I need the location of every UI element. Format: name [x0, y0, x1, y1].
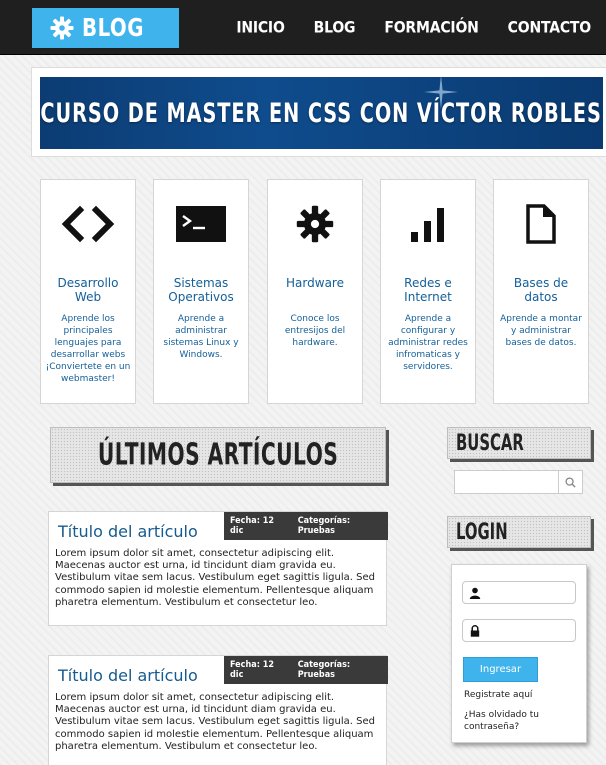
- main-nav: INICIO BLOG FORMACIÓN CONTACTO: [207, 0, 591, 55]
- course-banner[interactable]: CURSO DE MASTER EN CSS CON VÍCTOR ROBLES: [40, 77, 603, 149]
- nav-link-formacion[interactable]: FORMACIÓN: [384, 18, 479, 36]
- username-input[interactable]: [485, 582, 573, 603]
- nav-link-contacto[interactable]: CONTACTO: [508, 18, 592, 36]
- feature-description: Aprende los principales lenguajes para d…: [45, 314, 131, 384]
- logo-text: BLOG: [82, 13, 144, 43]
- document-icon: [526, 204, 556, 244]
- feature-title: Hardware: [286, 276, 344, 290]
- feature-description: Aprende a montar y administrar bases de …: [500, 314, 582, 348]
- feature-card-bases-datos[interactable]: Bases de datos Aprende a montar y admini…: [493, 179, 589, 404]
- feature-title: Bases de datos: [513, 276, 569, 304]
- terminal-icon: [176, 206, 226, 242]
- nav-link-inicio[interactable]: INICIO: [236, 18, 285, 36]
- latest-articles-heading: ÚLTIMOS ARTÍCULOS: [50, 427, 386, 483]
- search-input[interactable]: [455, 471, 559, 493]
- section-title: ÚLTIMOS ARTÍCULOS: [97, 437, 339, 473]
- feature-title: Redes e Internet: [404, 276, 452, 304]
- username-field: [462, 581, 576, 604]
- login-button[interactable]: Ingresar: [463, 657, 538, 682]
- article-meta: Fecha: 12 dic Categorías: Pruebas: [224, 656, 388, 684]
- article-body: Lorem ipsum dolor sit amet, consectetur …: [55, 548, 375, 608]
- article-title[interactable]: Título del artículo: [58, 666, 198, 685]
- feature-card-desarrollo-web[interactable]: Desarrollo Web Aprende los principales l…: [40, 179, 136, 404]
- search-heading: BUSCAR: [447, 427, 591, 459]
- article-date: Fecha: 12 dic: [230, 660, 275, 680]
- article-categories: Categorías: Pruebas: [297, 516, 351, 536]
- login-heading: LOGIN: [447, 516, 591, 548]
- section-title: BUSCAR: [456, 430, 524, 456]
- search-icon: [565, 476, 576, 488]
- article-card: Título del artículo Fecha: 12 dic Catego…: [48, 655, 388, 765]
- banner-title: CURSO DE MASTER EN CSS CON VÍCTOR ROBLES: [40, 98, 603, 128]
- nav-link-blog[interactable]: BLOG: [314, 18, 356, 36]
- article-title[interactable]: Título del artículo: [58, 522, 198, 541]
- feature-title: Desarrollo Web: [57, 276, 119, 304]
- signal-bars-icon: [411, 208, 444, 242]
- lock-icon: [470, 625, 480, 637]
- article-date: Fecha: 12 dic: [230, 516, 275, 536]
- feature-description: Aprende a administrar sistemas Linux y W…: [163, 314, 239, 360]
- feature-title: Sistemas Operativos: [168, 276, 234, 304]
- password-input[interactable]: [485, 620, 573, 641]
- code-icon: [61, 205, 115, 243]
- feature-card-sistemas-operativos[interactable]: Sistemas Operativos Aprende a administra…: [153, 179, 249, 404]
- feature-description: Conoce los entresijos del hardware.: [284, 314, 346, 348]
- article-categories: Categorías: Pruebas: [297, 660, 351, 680]
- feature-card-hardware[interactable]: Hardware Conoce los entresijos del hardw…: [267, 179, 363, 404]
- gear-icon: [50, 16, 74, 40]
- top-navbar: BLOG INICIO BLOG FORMACIÓN CONTACTO: [0, 0, 606, 55]
- search-button[interactable]: [558, 471, 582, 493]
- banner-frame: CURSO DE MASTER EN CSS CON VÍCTOR ROBLES: [31, 67, 606, 157]
- register-link[interactable]: Registrate aquí: [464, 690, 532, 702]
- section-title: LOGIN: [456, 519, 508, 545]
- forgot-password-link[interactable]: ¿Has olvidado tu contraseña?: [464, 710, 554, 733]
- search-form: [454, 470, 583, 494]
- login-form: Ingresar Registrate aquí ¿Has olvidado t…: [451, 564, 587, 743]
- site-logo[interactable]: BLOG: [32, 8, 179, 48]
- user-icon: [469, 587, 481, 599]
- article-card: Título del artículo Fecha: 12 dic Catego…: [48, 511, 388, 626]
- gear-icon: [296, 205, 334, 243]
- article-meta: Fecha: 12 dic Categorías: Pruebas: [224, 512, 388, 540]
- feature-description: Aprende a configurar y administrar redes…: [388, 314, 468, 372]
- password-field: [462, 619, 576, 642]
- feature-card-redes-internet[interactable]: Redes e Internet Aprende a configurar y …: [380, 179, 476, 404]
- article-body: Lorem ipsum dolor sit amet, consectetur …: [55, 692, 375, 752]
